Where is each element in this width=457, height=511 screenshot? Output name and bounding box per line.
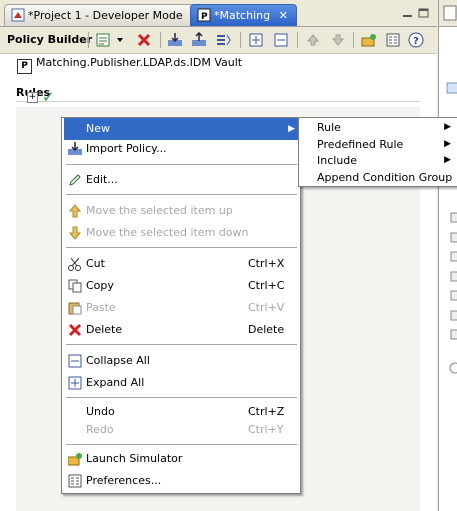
expand-all-icon[interactable] — [247, 31, 265, 49]
menu-item-new[interactable]: New ▶ — [64, 118, 299, 140]
policy-view-icon[interactable] — [95, 31, 113, 49]
help-icon[interactable]: ? — [407, 31, 425, 49]
policy-builder-toolbar: Policy Builder ? — [0, 27, 437, 54]
toolbar-separator — [353, 32, 354, 48]
submenu-arrow-icon: ▶ — [444, 155, 451, 165]
svg-text:?: ? — [413, 36, 419, 47]
arrange-icon[interactable] — [214, 31, 232, 49]
context-menu: New ▶ Import Policy... Edit... Move the … — [61, 117, 301, 494]
move-up-icon[interactable] — [304, 31, 322, 49]
tab-project-1[interactable]: *Project 1 - Developer Mode — [4, 4, 194, 26]
arrow-up-icon — [68, 204, 82, 218]
menu-item-import-policy[interactable]: Import Policy... — [64, 138, 299, 160]
outline-pane-tabbar — [439, 0, 457, 27]
copy-icon — [68, 279, 82, 293]
collapse-all-icon[interactable] — [272, 31, 290, 49]
checkmark-icon[interactable]: ✓ — [42, 88, 55, 106]
policy-builder-title: Policy Builder — [7, 33, 93, 46]
menu-item-launch-simulator[interactable]: Launch Simulator — [64, 448, 299, 470]
delete-icon[interactable] — [135, 31, 153, 49]
project-icon — [11, 8, 25, 22]
tree-expand-icon[interactable]: + — [27, 92, 38, 103]
red-x-icon — [68, 323, 82, 337]
chevron-down-icon[interactable] — [115, 31, 125, 49]
simulator-icon — [67, 452, 82, 466]
policy-dn: Matching.Publisher.LDAP.ds.IDM Vault — [36, 56, 243, 69]
expand-icon — [68, 376, 82, 390]
arrow-down-icon — [68, 226, 82, 240]
tab-label: *Matching — [214, 9, 271, 22]
menu-item-preferences[interactable]: Preferences... — [64, 470, 299, 492]
toolbar-separator — [160, 32, 161, 48]
toolbar-separator — [297, 32, 298, 48]
menu-item-edit[interactable]: Edit... — [64, 169, 299, 191]
preferences-icon — [68, 474, 82, 488]
outline-pane — [438, 0, 457, 511]
submenu-arrow-icon: ▶ — [444, 139, 451, 149]
menu-separator — [66, 247, 297, 248]
menu-item-copy[interactable]: Copy Ctrl+C — [64, 275, 299, 297]
tab-label: *Project 1 - Developer Mode — [28, 9, 183, 22]
close-icon[interactable]: ✕ — [279, 5, 288, 27]
menu-item-cut[interactable]: Cut Ctrl+X — [64, 253, 299, 275]
preferences-icon[interactable] — [384, 31, 402, 49]
menu-item-move-down[interactable]: Move the selected item down — [64, 222, 299, 244]
menu-item-delete[interactable]: Delete Delete — [64, 319, 299, 341]
scissors-icon — [68, 257, 82, 271]
move-down-icon[interactable] — [329, 31, 347, 49]
outline-pane-content — [446, 82, 457, 374]
import-icon[interactable] — [166, 31, 184, 49]
menu-separator — [66, 344, 297, 345]
menu-separator — [66, 164, 297, 165]
submenu-item-include[interactable]: Include ▶ — [301, 152, 455, 169]
submenu-item-append-condition-group[interactable]: Append Condition Group — [301, 169, 455, 186]
menu-item-redo[interactable]: Redo Ctrl+Y — [64, 419, 299, 441]
editor-tab-bar: *Project 1 - Developer Mode P *Matching … — [0, 0, 437, 27]
collapse-icon — [68, 354, 82, 368]
import-icon — [68, 142, 82, 156]
policy-icon: P — [17, 59, 32, 74]
policy-icon: P — [197, 8, 211, 22]
export-icon[interactable] — [190, 31, 208, 49]
tab-matching[interactable]: P *Matching ✕ — [190, 4, 297, 26]
pencil-icon — [68, 173, 82, 187]
policy-location: P Matching.Publisher.LDAP.ds.IDM Vault — [17, 55, 243, 74]
submenu-item-rule[interactable]: Rule ▶ — [301, 119, 455, 136]
new-submenu: Rule ▶ Predefined Rule ▶ Include ▶ Appen… — [298, 117, 457, 187]
simulator-icon[interactable] — [360, 31, 378, 49]
menu-item-collapse-all[interactable]: Collapse All — [64, 350, 299, 372]
submenu-item-predefined-rule[interactable]: Predefined Rule ▶ — [301, 136, 455, 153]
toolbar-separator — [240, 32, 241, 48]
toolbar-separator — [88, 32, 89, 48]
maximize-icon[interactable] — [418, 7, 430, 19]
menu-separator — [66, 397, 297, 398]
divider — [16, 101, 420, 102]
menu-item-expand-all[interactable]: Expand All — [64, 372, 299, 394]
submenu-arrow-icon: ▶ — [444, 122, 451, 132]
menu-separator — [66, 194, 297, 195]
paste-icon — [68, 301, 82, 315]
submenu-arrow-icon: ▶ — [288, 124, 295, 134]
svg-text:P: P — [201, 12, 208, 22]
minimize-icon[interactable] — [402, 7, 414, 19]
menu-separator — [66, 444, 297, 445]
menu-item-paste[interactable]: Paste Ctrl+V — [64, 297, 299, 319]
menu-item-move-up[interactable]: Move the selected item up — [64, 200, 299, 222]
